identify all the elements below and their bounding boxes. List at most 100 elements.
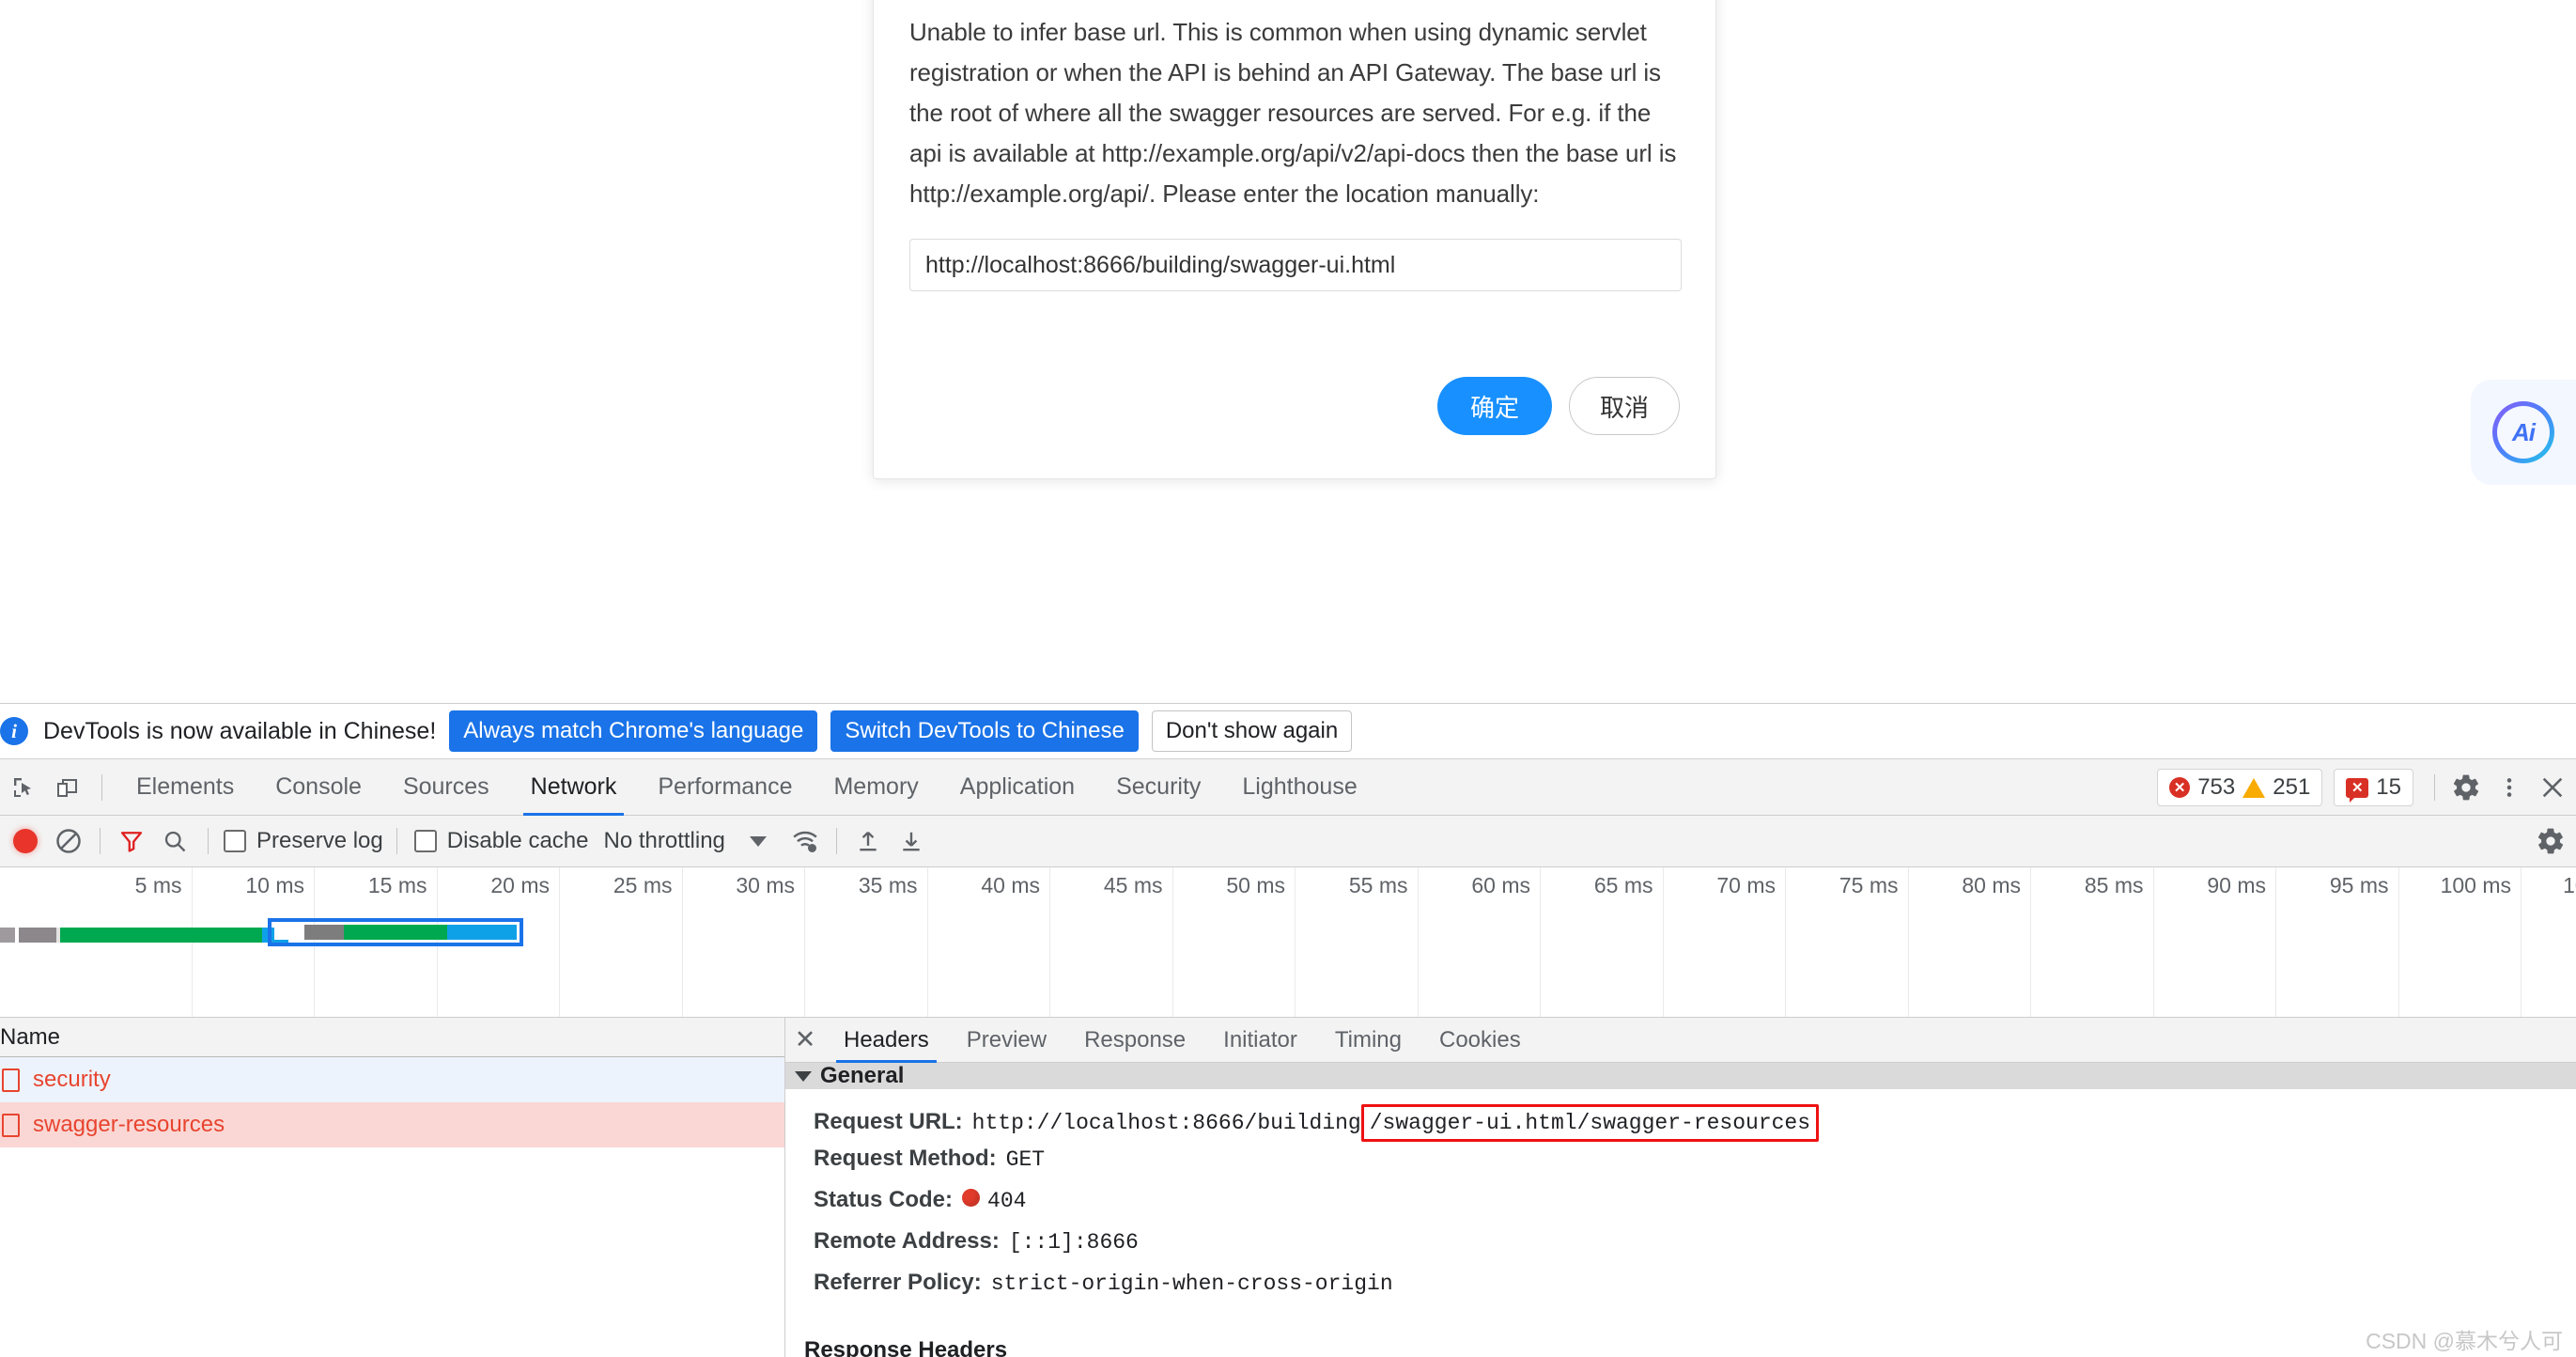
document-icon bbox=[2, 1113, 20, 1137]
always-match-language-button[interactable]: Always match Chrome's language bbox=[449, 710, 818, 752]
tab-sources[interactable]: Sources bbox=[382, 759, 510, 816]
timeline-tick-label: 55 ms bbox=[1348, 873, 1408, 897]
requests-list-panel: Name security swagger-resources bbox=[0, 1018, 785, 1357]
preserve-log-checkbox[interactable]: Preserve log bbox=[224, 828, 383, 854]
confirm-button[interactable]: 确定 bbox=[1437, 377, 1552, 435]
dialog-actions: 确定 取消 bbox=[1437, 377, 1680, 435]
detail-tab-cookies[interactable]: Cookies bbox=[1420, 1018, 1540, 1063]
inspect-element-icon[interactable] bbox=[2, 766, 45, 809]
detail-tab-preview[interactable]: Preview bbox=[948, 1018, 1065, 1063]
requests-column-header[interactable]: Name bbox=[0, 1018, 784, 1057]
timeline-tick-label: 70 ms bbox=[1716, 873, 1776, 897]
tab-application[interactable]: Application bbox=[939, 759, 1095, 816]
request-name: security bbox=[33, 1067, 111, 1092]
close-detail-icon[interactable]: ✕ bbox=[785, 1018, 825, 1063]
general-section-label: General bbox=[820, 1063, 905, 1088]
tab-lighthouse[interactable]: Lighthouse bbox=[1221, 759, 1377, 816]
preserve-log-label: Preserve log bbox=[256, 828, 383, 853]
issue-count: 15 bbox=[2376, 774, 2401, 800]
search-button[interactable] bbox=[153, 819, 196, 863]
warning-icon bbox=[2242, 777, 2266, 798]
notification-text: DevTools is now available in Chinese! bbox=[43, 717, 437, 744]
highlighted-url-annotation: /swagger-ui.html/swagger-resources bbox=[1360, 1104, 1820, 1142]
row-key: Status Code: bbox=[814, 1187, 954, 1212]
devtools-panel: i DevTools is now available in Chinese! … bbox=[0, 703, 2576, 1357]
document-icon bbox=[2, 1068, 20, 1092]
timeline-gridline bbox=[804, 867, 805, 1017]
timeline-gridline bbox=[1907, 867, 1909, 1017]
timeline-gridline bbox=[926, 867, 928, 1017]
timeline-gridline bbox=[681, 867, 683, 1017]
switch-to-chinese-button[interactable]: Switch DevTools to Chinese bbox=[830, 710, 1139, 752]
net-divider-4 bbox=[835, 828, 837, 854]
devtools-tabbar: Elements Console Sources Network Perform… bbox=[0, 759, 2576, 816]
cancel-button[interactable]: 取消 bbox=[1569, 377, 1680, 435]
tab-elements[interactable]: Elements bbox=[116, 759, 255, 816]
row-value-prefix[interactable]: http://localhost:8666/building bbox=[972, 1111, 1361, 1135]
dont-show-again-button[interactable]: Don't show again bbox=[1151, 710, 1353, 752]
dialog-message: Unable to infer base url. This is common… bbox=[909, 18, 1677, 208]
import-har-icon[interactable] bbox=[846, 819, 890, 863]
filter-button[interactable] bbox=[110, 819, 153, 863]
detail-tab-timing[interactable]: Timing bbox=[1316, 1018, 1420, 1063]
net-divider-1 bbox=[100, 828, 101, 854]
row-value: [::1]:8666 bbox=[1008, 1230, 1139, 1255]
waterfall-bar-security[interactable] bbox=[0, 928, 288, 943]
error-warning-counter[interactable]: ✕ 753 251 bbox=[2157, 769, 2323, 806]
detail-tab-initiator[interactable]: Initiator bbox=[1204, 1018, 1316, 1063]
status-error-dot bbox=[962, 1189, 981, 1207]
waterfall-segment bbox=[447, 925, 517, 940]
row-referrer-policy: Referrer Policy: strict-origin-when-cros… bbox=[785, 1270, 2576, 1311]
tabbar-right-group: ✕ 753 251 ✕ 15 bbox=[2157, 759, 2576, 816]
settings-gear-icon[interactable] bbox=[2444, 766, 2488, 809]
tab-performance[interactable]: Performance bbox=[637, 759, 813, 816]
request-row-swagger-resources[interactable]: swagger-resources bbox=[0, 1102, 784, 1147]
ai-icon: Ai bbox=[2492, 401, 2554, 463]
timeline-gridline bbox=[1417, 867, 1419, 1017]
timeline-gridline bbox=[559, 867, 560, 1017]
row-key: Referrer Policy: bbox=[814, 1270, 982, 1295]
general-rows: Request URL: http://localhost:8666/build… bbox=[785, 1089, 2576, 1311]
close-devtools-icon[interactable] bbox=[2531, 766, 2574, 809]
network-toolbar: Preserve log Disable cache No throttling bbox=[0, 816, 2576, 867]
response-headers-section-header[interactable]: Response Headers bbox=[785, 1337, 2576, 1357]
timeline-gridline bbox=[1172, 867, 1173, 1017]
timeline-tick-label: 85 ms bbox=[2084, 873, 2144, 897]
language-notification-bar: i DevTools is now available in Chinese! … bbox=[0, 704, 2576, 759]
disable-cache-label: Disable cache bbox=[446, 828, 589, 853]
network-conditions-icon[interactable] bbox=[784, 819, 827, 863]
disable-cache-checkbox[interactable]: Disable cache bbox=[413, 828, 589, 854]
timeline-gridline bbox=[1662, 867, 1664, 1017]
detail-tab-response[interactable]: Response bbox=[1065, 1018, 1204, 1063]
record-button[interactable] bbox=[4, 819, 47, 863]
throttling-select[interactable]: No throttling bbox=[603, 828, 724, 854]
general-section-header[interactable]: General bbox=[785, 1063, 2576, 1089]
devtools-settings-right-icon[interactable] bbox=[2529, 819, 2572, 863]
preserve-log-box bbox=[224, 830, 246, 852]
request-row-security[interactable]: security bbox=[0, 1057, 784, 1102]
timeline-tick-label: 45 ms bbox=[1103, 873, 1163, 897]
ai-icon-label: Ai bbox=[2497, 406, 2550, 459]
export-har-icon[interactable] bbox=[890, 819, 933, 863]
network-overview-timeline[interactable]: 5 ms 10 ms 15 ms 20 ms 25 ms 30 ms 35 ms 40 ms 4… bbox=[0, 867, 2576, 1018]
more-options-icon[interactable] bbox=[2488, 766, 2531, 809]
row-remote-address: Remote Address: [::1]:8666 bbox=[785, 1228, 2576, 1270]
tab-console[interactable]: Console bbox=[255, 759, 382, 816]
issues-counter[interactable]: ✕ 15 bbox=[2334, 769, 2413, 806]
waterfall-bar-swagger-resources[interactable] bbox=[268, 918, 523, 946]
tab-network[interactable]: Network bbox=[510, 759, 638, 816]
net-divider-2 bbox=[208, 828, 209, 854]
detail-tab-headers[interactable]: Headers bbox=[825, 1018, 948, 1063]
tab-security[interactable]: Security bbox=[1095, 759, 1221, 816]
base-url-input[interactable] bbox=[909, 239, 1682, 291]
ai-assistant-fab[interactable]: Ai bbox=[2471, 380, 2576, 485]
tab-memory[interactable]: Memory bbox=[813, 759, 939, 816]
chevron-down-icon[interactable] bbox=[749, 835, 767, 847]
waterfall-segment bbox=[304, 925, 344, 940]
clear-button[interactable] bbox=[47, 819, 90, 863]
timeline-tick-label: 80 ms bbox=[1962, 873, 2021, 897]
timeline-tick-label: 105 ms bbox=[2563, 873, 2576, 897]
device-toolbar-icon[interactable] bbox=[45, 766, 88, 809]
chevron-down-icon bbox=[795, 1070, 812, 1082]
timeline-tick-label: 100 ms bbox=[2440, 873, 2511, 897]
